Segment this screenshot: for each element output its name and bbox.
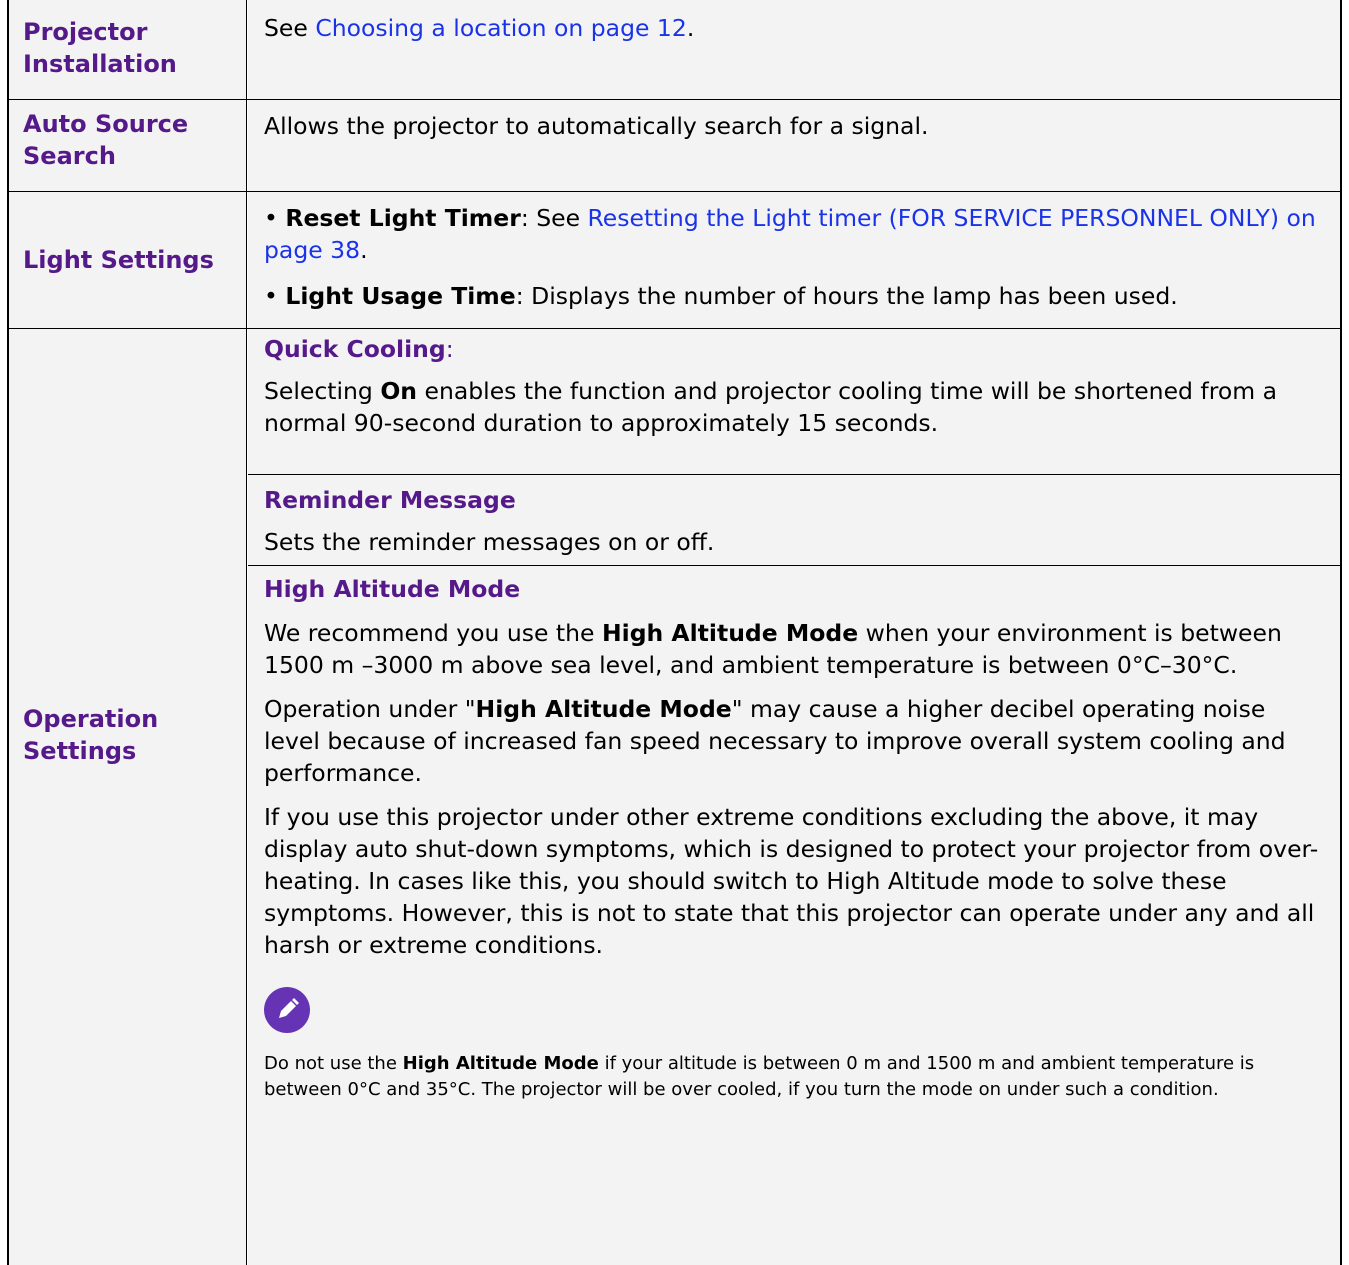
row-label-text: Projector Installation — [23, 18, 177, 78]
quick-cooling-heading: Quick Cooling — [264, 335, 446, 363]
row-label-text: Auto Source Search — [23, 110, 189, 170]
high-altitude-paragraph: Operation under "High Altitude Mode" may… — [264, 695, 1286, 787]
high-altitude-paragraph: If you use this projector under other ex… — [264, 803, 1319, 959]
high-altitude-paragraph: We recommend you use the High Altitude M… — [264, 619, 1282, 679]
bullet-light-usage-time: • Light Usage Time: Displays the number … — [264, 282, 1178, 310]
bullet-reset-light-timer: • Reset Light Timer: See Resetting the L… — [264, 204, 1316, 264]
row-label: Light Settings — [9, 192, 247, 328]
table-row: Operation Settings Quick Cooling: Select… — [9, 329, 1340, 1265]
reminder-message-text: Sets the reminder messages on or off. — [264, 528, 715, 556]
choosing-location-link[interactable]: Choosing a location on page 12 — [315, 14, 687, 42]
row-label: Projector Installation — [9, 0, 247, 99]
row-description: Quick Cooling: Selecting On enables the … — [248, 329, 1340, 1265]
row-label-text: Light Settings — [23, 246, 214, 274]
note-text: Do not use the High Altitude Mode if you… — [264, 1053, 1255, 1100]
row-label: Operation Settings — [9, 329, 247, 1265]
row-label: Auto Source Search — [9, 100, 247, 191]
auto-source-description: Allows the projector to automatically se… — [264, 112, 929, 140]
row-description: Allows the projector to automatically se… — [248, 100, 1340, 191]
row-description: See Choosing a location on page 12. — [248, 0, 1340, 99]
see-text: See — [264, 14, 316, 42]
note-block: Do not use the High Altitude Mode if you… — [264, 987, 1324, 1103]
table-row: Light Settings • Reset Light Timer: See … — [9, 192, 1340, 329]
row-label-text: Operation Settings — [23, 705, 159, 765]
period-text: . — [686, 14, 695, 42]
pencil-icon — [264, 987, 310, 1033]
high-altitude-heading: High Altitude Mode — [264, 575, 521, 603]
reminder-message-heading: Reminder Message — [264, 486, 516, 514]
table-row: Projector Installation See Choosing a lo… — [9, 0, 1340, 100]
settings-table: Projector Installation See Choosing a lo… — [7, 0, 1342, 1265]
quick-cooling-section: Quick Cooling: Selecting On enables the … — [248, 329, 1340, 475]
reminder-message-section: Reminder Message Sets the reminder messa… — [248, 476, 1340, 566]
row-description: • Reset Light Timer: See Resetting the L… — [248, 192, 1340, 328]
table-row: Auto Source Search Allows the projector … — [9, 100, 1340, 192]
high-altitude-section: High Altitude Mode We recommend you use … — [248, 567, 1340, 1265]
